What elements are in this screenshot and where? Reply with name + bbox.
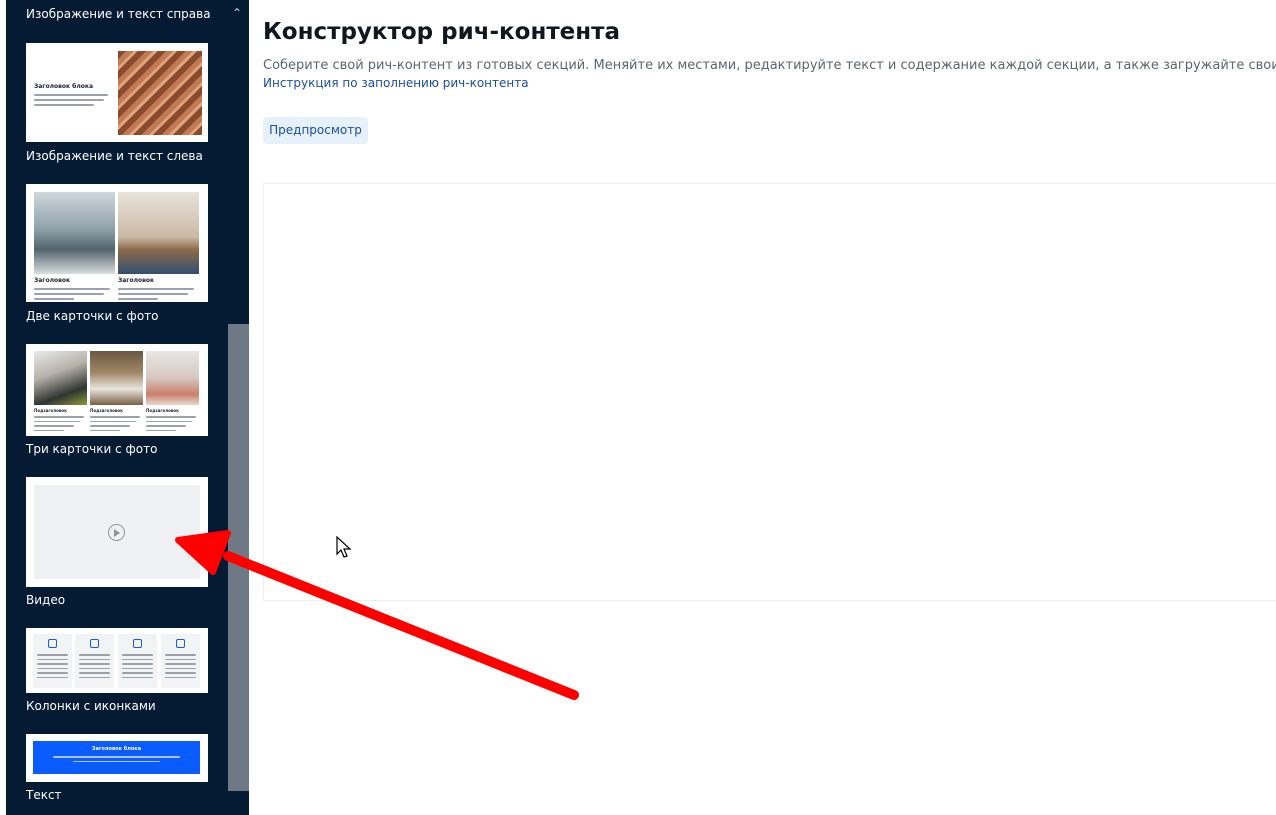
chevron-up-icon[interactable]: ⌃ bbox=[230, 6, 244, 20]
section-preview-three-cards[interactable]: Подзаголовок Подзаголовок Подзаголовок bbox=[26, 344, 208, 436]
image-icon bbox=[176, 639, 185, 648]
preview-title: Подзаголовок bbox=[90, 408, 123, 413]
preview-photo bbox=[90, 351, 143, 405]
preview-button[interactable]: Предпросмотр bbox=[263, 117, 368, 144]
preview-photo bbox=[146, 351, 199, 405]
image-icon bbox=[90, 639, 99, 648]
section-preview-text[interactable]: Заголовок блока bbox=[26, 734, 208, 782]
section-card-label: Колонки с иконками bbox=[26, 699, 156, 713]
content-drop-zone[interactable] bbox=[263, 183, 1276, 601]
preview-photo bbox=[34, 351, 87, 405]
section-preview-two-cards[interactable]: Заголовок Заголовок bbox=[26, 184, 208, 302]
play-icon bbox=[108, 524, 125, 541]
main-content: Конструктор рич-контента Соберите свой р… bbox=[263, 0, 1276, 815]
sidebar-scroll-thumb[interactable] bbox=[228, 324, 249, 791]
section-card-label: Изображение и текст слева bbox=[26, 149, 203, 163]
page-subtitle: Соберите свой рич-контент из готовых сек… bbox=[263, 58, 1276, 73]
preview-title: Заголовок bbox=[118, 277, 155, 284]
section-card-label: Видео bbox=[26, 593, 66, 607]
section-preview-video[interactable] bbox=[26, 477, 208, 587]
sidebar-header-label: Изображение и текст справа bbox=[26, 7, 211, 21]
section-preview-icon-columns[interactable] bbox=[26, 628, 208, 693]
preview-photo bbox=[34, 192, 115, 274]
image-icon bbox=[133, 639, 142, 648]
section-card-label: Три карточки с фото bbox=[26, 442, 158, 456]
preview-title: Заголовок блока bbox=[91, 746, 142, 752]
section-preview-image-text-left[interactable]: Заголовок блока bbox=[26, 43, 208, 142]
preview-title: Подзаголовок bbox=[34, 408, 67, 413]
section-card-label: Две карточки с фото bbox=[26, 309, 159, 323]
section-card-label: Текст bbox=[26, 788, 62, 802]
preview-title: Заголовок bbox=[34, 277, 71, 284]
image-icon bbox=[48, 639, 57, 648]
preview-title: Заголовок блока bbox=[34, 83, 93, 90]
sidebar-scrollbar[interactable] bbox=[228, 24, 249, 815]
mouse-cursor-icon bbox=[336, 536, 352, 558]
preview-photo bbox=[118, 192, 199, 274]
preview-photo bbox=[118, 51, 202, 135]
preview-title: Подзаголовок bbox=[146, 408, 179, 413]
page-title: Конструктор рич-контента bbox=[263, 19, 621, 45]
guide-link[interactable]: Инструкция по заполнению рич-контента bbox=[263, 76, 529, 90]
sections-sidebar: Изображение и текст справа ⌃ Заголовок б… bbox=[6, 0, 249, 815]
